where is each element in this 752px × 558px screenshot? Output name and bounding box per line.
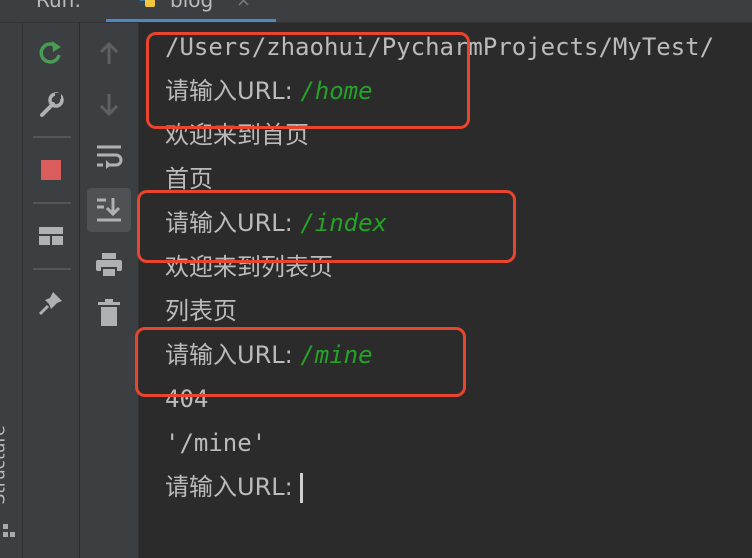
console-line: 列表页 [165,297,237,325]
toolbar-separator [33,268,71,270]
highlight-box [146,32,470,129]
restore-layout-button[interactable] [31,216,71,256]
run-tool-window-header: Run: blog × [0,0,752,23]
run-toolbar-primary [23,23,79,558]
structure-icon[interactable] [2,522,16,542]
close-icon[interactable]: × [236,0,251,11]
pin-icon [38,292,62,316]
run-toolbar-secondary [80,23,139,558]
previous-occurrence-button[interactable] [89,33,129,73]
layout-icon [39,227,63,245]
toolbar-separator [33,202,71,204]
rerun-icon [39,41,61,64]
scroll-to-end-icon [97,198,121,222]
stop-icon [41,160,61,180]
structure-tab[interactable]: Structure [0,425,10,504]
pin-tab-button[interactable] [31,283,71,323]
highlight-box [137,190,516,263]
print-icon [96,253,122,278]
toolbar-separator [33,136,71,138]
rerun-button[interactable] [31,33,71,73]
wrench-icon [40,92,64,117]
clear-all-button[interactable] [89,293,129,333]
run-label: Run: [36,0,82,12]
console-line: 请输入URL: [165,472,304,503]
arrow-down-icon [99,94,119,117]
modify-run-config-button[interactable] [31,85,71,125]
highlight-box [135,327,466,397]
print-button[interactable] [89,245,129,285]
console-line: '/mine' [165,429,267,457]
text-cursor [300,473,304,503]
soft-wrap-button[interactable] [89,136,129,176]
stop-button[interactable] [31,150,71,190]
input-prompt: 请输入URL: [165,473,301,501]
structure-tool-strip: Structure [0,23,23,558]
next-occurrence-button[interactable] [89,85,129,125]
tab-label: blog [170,0,214,12]
python-icon [139,0,155,7]
soft-wrap-icon [97,145,123,169]
trash-icon [98,299,120,326]
scroll-to-end-button[interactable] [87,188,131,232]
arrow-up-icon [99,41,119,64]
active-tab-indicator [106,19,276,22]
